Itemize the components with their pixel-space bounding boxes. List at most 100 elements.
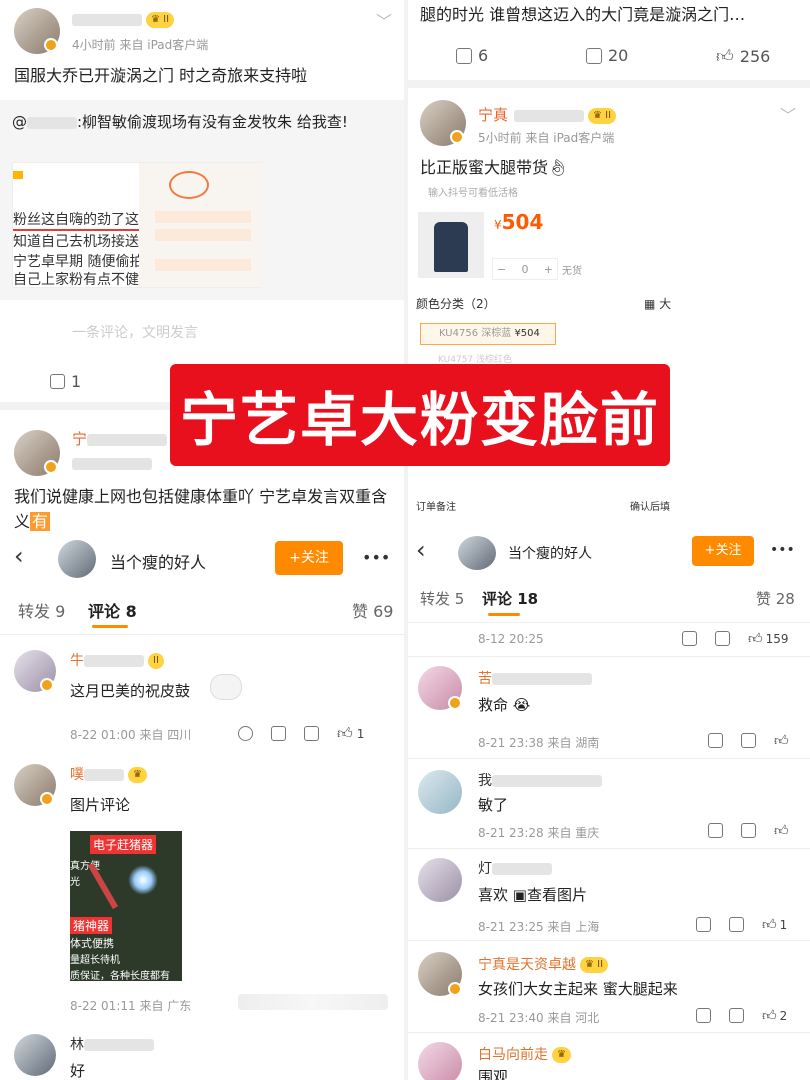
post-text: 我们说健康上网也包括健康体重吖 宁艺卓发言双重含义有 [14,487,388,531]
tab-comments[interactable]: 评论 8 [88,598,137,622]
chevron-down-icon[interactable]: ﹀ [780,102,796,126]
thumb-up-icon[interactable]: 👍︎ [774,822,789,839]
minus-icon[interactable]: − [497,263,506,276]
follow-button[interactable]: +关注 [275,541,343,575]
commenter-name[interactable]: 牛 II [70,650,164,670]
like-button[interactable]: 👍︎ 1 [337,724,364,743]
share-icon[interactable] [708,823,723,838]
back-icon[interactable]: ‹ [416,536,426,564]
comment-actions: 👍︎ 2 [696,1007,787,1024]
tab-repost[interactable]: 转发 5 [420,588,464,609]
author-avatar[interactable] [58,540,96,578]
color-category-label: 颜色分类（2） [416,297,496,311]
post-time-source: 5小时前 来自 iPad客户端 [478,131,615,145]
commenter-name[interactable]: 白马向前走 ♛ [478,1044,571,1064]
tab-likes[interactable]: 赞 28 [756,588,795,609]
plus-icon[interactable]: + [544,263,553,276]
tab-active-indicator [488,613,520,616]
comment-image[interactable]: 电子赶猪器 真方便 光 猪神器 体式便携 量超长待机 质保证，各种长度都有 [70,831,182,981]
stock-status: 无货 [562,266,582,277]
comment-text: 好 [70,1062,86,1080]
quoted-image-line: 粉丝这自嗨的劲了这 [13,212,139,228]
repost-button[interactable]: 6 [456,46,488,65]
commenter-avatar[interactable] [418,1042,462,1080]
like-button[interactable]: 👍︎ 256 [716,46,770,67]
back-icon[interactable]: ‹ [14,542,24,570]
like-button[interactable]: 👍︎ 1 [762,916,787,933]
like-button[interactable]: 👍︎ 159 [748,630,789,647]
user-name[interactable]: 宁 [72,428,168,449]
commenter-name[interactable]: 灯 [478,858,552,878]
commenter-name[interactable]: 噗 ♛ [70,764,147,784]
level-badge-icon: ♛ II [588,107,617,124]
user-name[interactable]: ♛ II [72,10,175,28]
comment-actions: 👍︎ 1 [696,916,787,933]
variant-option-selected[interactable]: KU4756 深棕蓝 ¥504 [420,323,556,345]
ad-line: 电子赶猪器 [90,835,157,854]
blurred-actions [238,994,388,1010]
view-image-link[interactable]: ▣查看图片 [513,886,587,904]
share-icon[interactable] [696,1008,711,1023]
emoji-icon[interactable] [238,726,253,741]
share-icon[interactable] [696,917,711,932]
post-time-source [72,456,152,470]
share-icon[interactable] [271,726,286,741]
level-badge-icon: ♛ II [580,957,609,973]
crying-emoji-icon: 😭︎ [508,696,531,714]
comment-placeholder[interactable]: 一条评论，文明发言 [72,322,198,342]
reply-icon[interactable] [715,631,730,646]
quoted-post[interactable]: @:柳智敏偷渡现场有没有金发牧朱 给我查! 粉丝这自嗨的劲了这 知道自己去机场接… [0,100,404,300]
thumb-up-icon: 👍︎ [762,1008,777,1024]
spark-shape [128,865,158,895]
quoted-image-line: 自己上家粉有点不健 [13,272,139,288]
comment-actions: 👍︎ [708,732,789,749]
thumb-up-icon: 👍︎ [762,917,777,933]
comment-meta: 8-21 23:25 来自 上海 [478,920,600,934]
quoted-image[interactable]: 粉丝这自嗨的劲了这 知道自己去机场接送 宁艺卓早期 随便偷拍 自己上家粉有点不健 [12,162,263,288]
more-icon[interactable]: ••• [362,548,390,567]
reply-icon[interactable] [741,733,756,748]
repost-button[interactable]: 1 [50,372,81,391]
tab-repost[interactable]: 转发 9 [18,598,65,622]
more-icon[interactable]: ••• [770,542,795,558]
grid-icon[interactable]: ▦ 大 [644,295,671,312]
level-badge-icon: ♛ [128,767,147,783]
tab-comments[interactable]: 评论 18 [482,588,538,609]
commenter-name[interactable]: 苦 [478,668,592,688]
commenter-name[interactable]: 宁真是天资卓越 ♛ II [478,954,609,974]
follow-button[interactable]: +关注 [692,536,754,566]
chevron-down-icon[interactable]: ﹀ [376,8,392,32]
author-avatar[interactable] [458,536,496,570]
reply-icon[interactable] [729,917,744,932]
tab-likes[interactable]: 赞 69 [352,598,393,622]
tab-active-indicator [92,625,128,628]
commenter-avatar[interactable] [418,770,462,814]
comment-text: 女孩们大女主起来 蜜大腿起来 [478,980,678,998]
comment-text: 救命 😭︎ [478,696,531,714]
reply-icon[interactable] [304,726,319,741]
left-detail-panel: ‹ 当个瘦的好人 +关注 ••• 转发 9 评论 8 赞 69 牛 II 这月巴美… [0,534,404,1080]
quoted-image-line: 宁艺卓早期 随便偷拍 [13,254,144,270]
repost-icon [456,47,472,64]
share-icon[interactable] [682,631,697,646]
commenter-name[interactable]: 林 [70,1034,154,1054]
product-image[interactable] [418,212,484,278]
commenter-name[interactable]: 我 [478,770,602,790]
ad-line: 光 [70,877,80,888]
thumb-up-icon[interactable]: 👍︎ [774,732,789,749]
comment-button[interactable]: 20 [586,46,628,65]
reply-icon[interactable] [741,823,756,838]
commenter-avatar[interactable] [14,1034,56,1076]
product-price: ¥504 [494,210,544,234]
detail-title: 当个瘦的好人 [508,546,592,562]
comment-text: 围观 [478,1068,509,1080]
verified-badge-icon [40,678,54,692]
share-icon[interactable] [708,733,723,748]
commenter-avatar[interactable] [418,858,462,902]
reply-icon[interactable] [729,1008,744,1023]
quoted-post-text: @:柳智敏偷渡现场有没有金发牧朱 给我查! [12,110,382,135]
quantity-stepper[interactable]: −0 + [492,258,558,280]
comment-meta: 8-22 01:00 来自 四川 [70,728,192,742]
like-button[interactable]: 👍︎ 2 [762,1007,787,1024]
user-name[interactable]: 宁真 ♛ II [478,104,617,125]
